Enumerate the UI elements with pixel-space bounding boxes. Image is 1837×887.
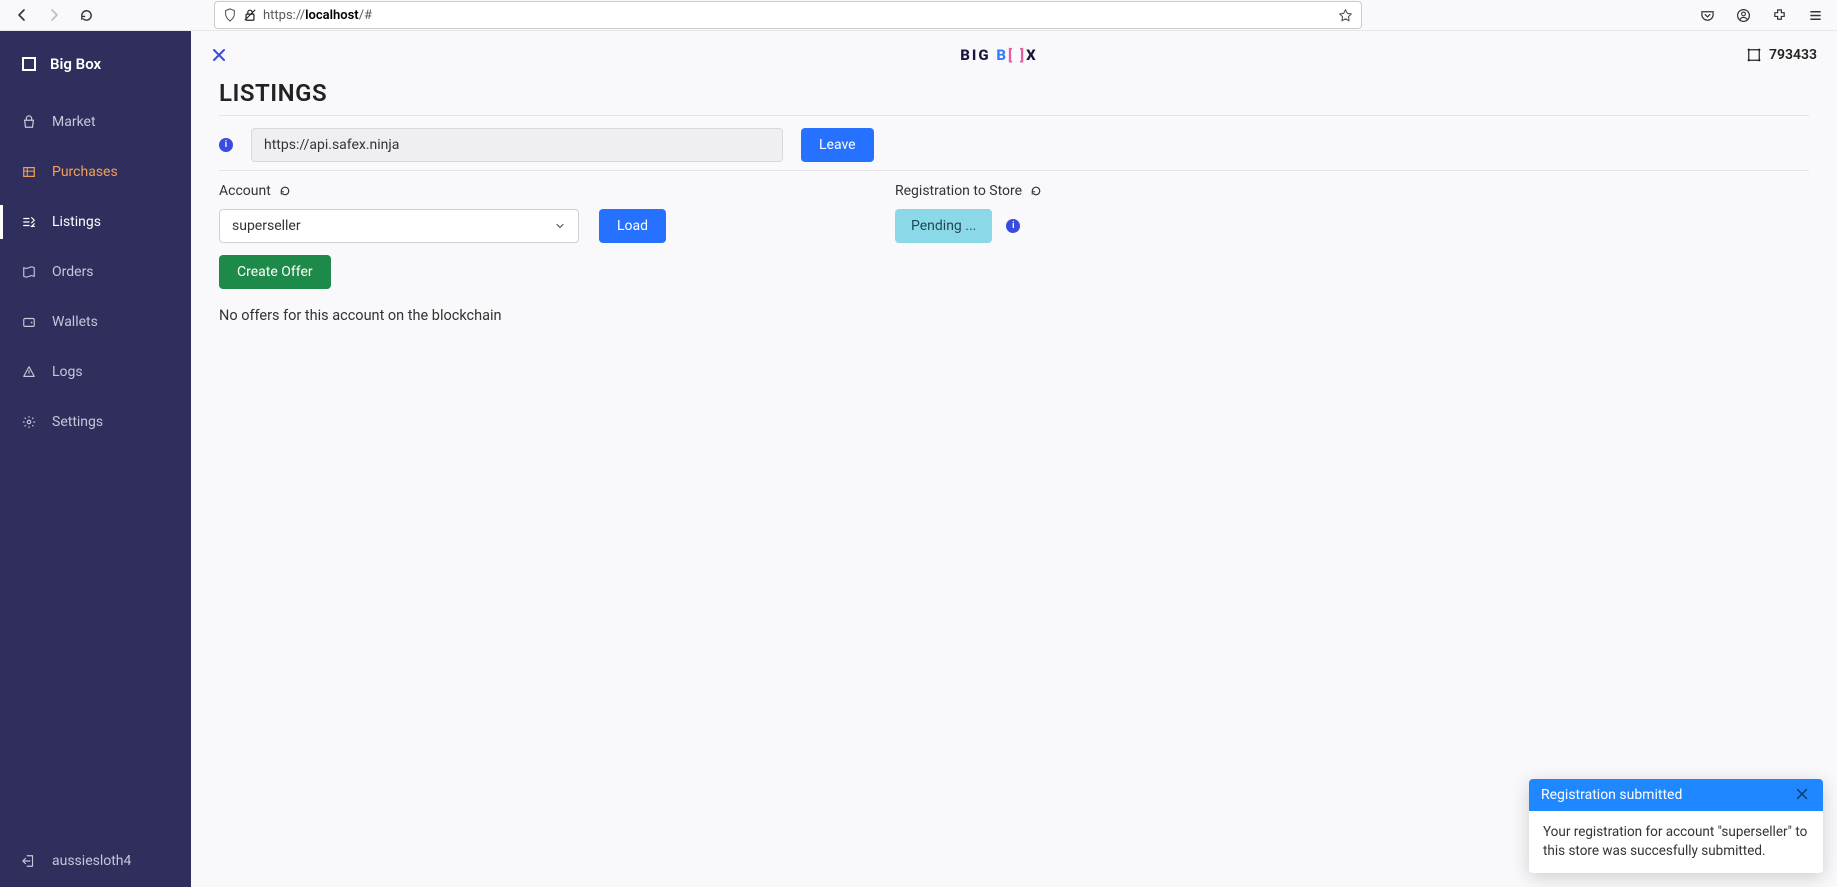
bookmark-star-icon[interactable] <box>1338 8 1353 23</box>
url-text: https://localhost/# <box>263 8 1332 23</box>
app-root: Big Box Market Purchases Listings <box>0 31 1837 887</box>
footer-user-label: aussiesloth4 <box>52 853 131 869</box>
registration-column: Registration to Store Pending ... i <box>895 183 1042 324</box>
url-scheme: https:// <box>263 8 305 23</box>
sidebar-item-listings[interactable]: Listings <box>0 197 191 247</box>
sidebar-nav: Market Purchases Listings Orders <box>0 97 191 447</box>
block-icon <box>1747 48 1761 62</box>
reload-button[interactable] <box>72 1 100 29</box>
brand: Big Box <box>0 45 191 97</box>
sidebar-item-label: Wallets <box>52 314 98 330</box>
chevron-down-icon <box>554 220 566 232</box>
sidebar-item-wallets[interactable]: Wallets <box>0 297 191 347</box>
account-label: Account <box>219 183 271 199</box>
orders-icon <box>22 265 36 279</box>
chrome-right <box>1693 1 1829 29</box>
divider <box>219 115 1809 116</box>
sidebar-item-label: Market <box>52 114 96 130</box>
refresh-icon[interactable] <box>279 185 291 197</box>
close-icon[interactable] <box>211 47 251 63</box>
registration-label-row: Registration to Store <box>895 183 1042 199</box>
forward-button[interactable] <box>40 1 68 29</box>
leave-button[interactable]: Leave <box>801 128 874 162</box>
toast-header: Registration submitted <box>1529 779 1823 811</box>
brand-logo-icon <box>22 57 36 71</box>
sidebar-item-label: Settings <box>52 414 103 430</box>
sidebar-item-market[interactable]: Market <box>0 97 191 147</box>
logs-icon <box>22 365 36 379</box>
api-url-input[interactable] <box>251 128 783 162</box>
wallets-icon <box>22 315 36 329</box>
sidebar-item-label: Purchases <box>52 164 118 180</box>
sidebar-item-orders[interactable]: Orders <box>0 247 191 297</box>
market-icon <box>22 115 36 129</box>
account-selected-value: superseller <box>232 218 301 234</box>
gear-icon <box>22 415 36 429</box>
sidebar-item-logs[interactable]: Logs <box>0 347 191 397</box>
toast: Registration submitted Your registration… <box>1529 779 1823 873</box>
no-offers-text: No offers for this account on the blockc… <box>219 307 839 324</box>
info-icon[interactable]: i <box>219 138 233 152</box>
sidebar-item-purchases[interactable]: Purchases <box>0 147 191 197</box>
browser-chrome: https://localhost/# <box>0 0 1837 31</box>
api-row: i Leave <box>219 128 1809 162</box>
divider <box>219 170 1809 171</box>
load-button[interactable]: Load <box>599 209 666 243</box>
info-icon[interactable]: i <box>1006 219 1020 233</box>
block-height: 793433 <box>1747 47 1817 63</box>
toast-body: Your registration for account "supersell… <box>1529 811 1823 873</box>
toast-title: Registration submitted <box>1541 787 1682 803</box>
columns: Account superseller Load <box>219 183 1809 324</box>
refresh-icon[interactable] <box>1030 185 1042 197</box>
url-host: localhost <box>305 8 359 23</box>
account-select[interactable]: superseller <box>219 209 579 243</box>
create-offer-button[interactable]: Create Offer <box>219 255 331 289</box>
brand-label: Big Box <box>50 55 101 73</box>
purchases-icon <box>22 165 36 179</box>
shield-icon <box>223 8 237 22</box>
app-logo: BIG B[ ]X <box>251 46 1747 64</box>
sidebar: Big Box Market Purchases Listings <box>0 31 191 887</box>
extensions-icon[interactable] <box>1765 1 1793 29</box>
menu-icon[interactable] <box>1801 1 1829 29</box>
topbar: BIG B[ ]X 793433 <box>191 31 1837 79</box>
select-load-row: superseller Load <box>219 209 839 243</box>
sidebar-item-settings[interactable]: Settings <box>0 397 191 447</box>
registration-label: Registration to Store <box>895 183 1022 199</box>
url-path: /# <box>359 8 372 23</box>
sidebar-footer[interactable]: aussiesloth4 <box>0 835 191 887</box>
sidebar-item-label: Orders <box>52 264 94 280</box>
registration-status-row: Pending ... i <box>895 209 1042 243</box>
sidebar-item-label: Listings <box>52 214 101 230</box>
listings-icon <box>22 215 36 229</box>
sidebar-item-label: Logs <box>52 364 83 380</box>
account-column: Account superseller Load <box>219 183 839 324</box>
back-button[interactable] <box>8 1 36 29</box>
pocket-icon[interactable] <box>1693 1 1721 29</box>
close-icon[interactable] <box>1795 787 1811 803</box>
account-label-row: Account <box>219 183 839 199</box>
account-icon[interactable] <box>1729 1 1757 29</box>
main: LISTINGS i Leave Account <box>191 79 1837 324</box>
page-title: LISTINGS <box>219 79 1809 107</box>
lock-icon <box>243 8 257 22</box>
status-badge: Pending ... <box>895 209 992 243</box>
logout-icon <box>22 854 36 868</box>
content: BIG B[ ]X 793433 LISTINGS i Leave <box>191 31 1837 887</box>
url-bar[interactable]: https://localhost/# <box>214 1 1362 29</box>
block-height-value: 793433 <box>1769 47 1817 63</box>
